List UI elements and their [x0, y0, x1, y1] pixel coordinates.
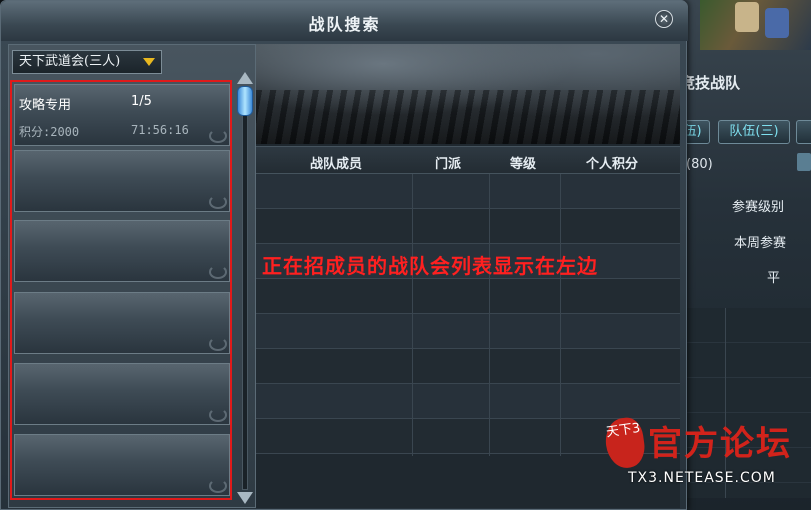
column-divider	[489, 174, 490, 456]
scroll-thumb[interactable]	[237, 86, 253, 116]
background-label-week: 本周参赛	[734, 236, 787, 251]
swirl-decoration-icon	[209, 265, 227, 279]
team-list: 攻略专用 1/5 积分:2000 71:56:16	[10, 80, 232, 500]
table-row[interactable]	[256, 314, 680, 349]
table-row[interactable]	[256, 174, 680, 209]
column-header-member: 战队成员	[309, 157, 362, 172]
mode-dropdown[interactable]: 天下武道会(三人)	[12, 50, 162, 74]
swirl-decoration-icon	[209, 129, 227, 143]
battle-banner-crowd	[256, 90, 680, 144]
team-member-count: 1/5	[131, 94, 152, 109]
forum-watermark: 天下3 官方论坛 TX3.NETEASE.COM	[598, 408, 798, 500]
column-header-points: 个人积分	[585, 157, 638, 172]
swirl-decoration-icon	[209, 195, 227, 209]
background-scroll-thumb[interactable]	[797, 153, 811, 171]
background-tab-extra[interactable]	[796, 120, 811, 144]
background-label-flat: 平	[767, 271, 781, 286]
scroll-down-arrow-icon[interactable]	[237, 492, 253, 504]
member-table-header: 战队成员 门派 等级 个人积分	[256, 146, 680, 174]
column-header-school: 门派	[434, 157, 461, 172]
background-count: (80)	[686, 157, 713, 172]
column-divider	[412, 174, 413, 456]
team-list-scrollbar[interactable]	[236, 72, 254, 504]
column-divider	[560, 174, 561, 456]
close-icon[interactable]: ✕	[655, 10, 673, 28]
team-list-item[interactable]: 攻略专用 1/5 积分:2000 71:56:16	[14, 84, 230, 146]
annotation-text: 正在招成员的战队会列表显示在左边	[262, 254, 598, 278]
team-time: 71:56:16	[131, 123, 189, 137]
table-row[interactable]	[256, 349, 680, 384]
team-list-item[interactable]	[14, 150, 230, 212]
team-list-item[interactable]	[14, 434, 230, 496]
swirl-decoration-icon	[209, 479, 227, 493]
mode-dropdown-value: 天下武道会(三人)	[19, 54, 121, 69]
background-item-icon	[735, 2, 759, 32]
table-row[interactable]	[256, 279, 680, 314]
table-row[interactable]	[256, 209, 680, 244]
team-points: 积分:2000	[19, 125, 80, 139]
team-list-item[interactable]	[14, 220, 230, 282]
team-list-item[interactable]	[14, 363, 230, 425]
background-panel-title: 竞技战队	[680, 74, 741, 92]
background-item-icon	[765, 8, 789, 38]
scroll-up-arrow-icon[interactable]	[237, 72, 253, 84]
team-name: 攻略专用	[19, 98, 72, 113]
team-list-item[interactable]	[14, 292, 230, 354]
background-label-level: 参赛级别	[732, 200, 785, 215]
background-tab-team[interactable]: 队伍(三)	[718, 120, 790, 144]
dialog-titlebar[interactable]: 战队搜索 ✕	[1, 1, 688, 41]
swirl-decoration-icon	[209, 337, 227, 351]
watermark-seal-icon: 天下3	[602, 415, 648, 471]
column-header-level: 等级	[509, 157, 536, 172]
watermark-text: 官方论坛	[648, 424, 792, 464]
dialog-title: 战队搜索	[308, 15, 381, 34]
chevron-down-icon	[143, 58, 155, 66]
swirl-decoration-icon	[209, 408, 227, 422]
watermark-url: TX3.NETEASE.COM	[628, 470, 776, 486]
scroll-track[interactable]	[242, 86, 248, 490]
